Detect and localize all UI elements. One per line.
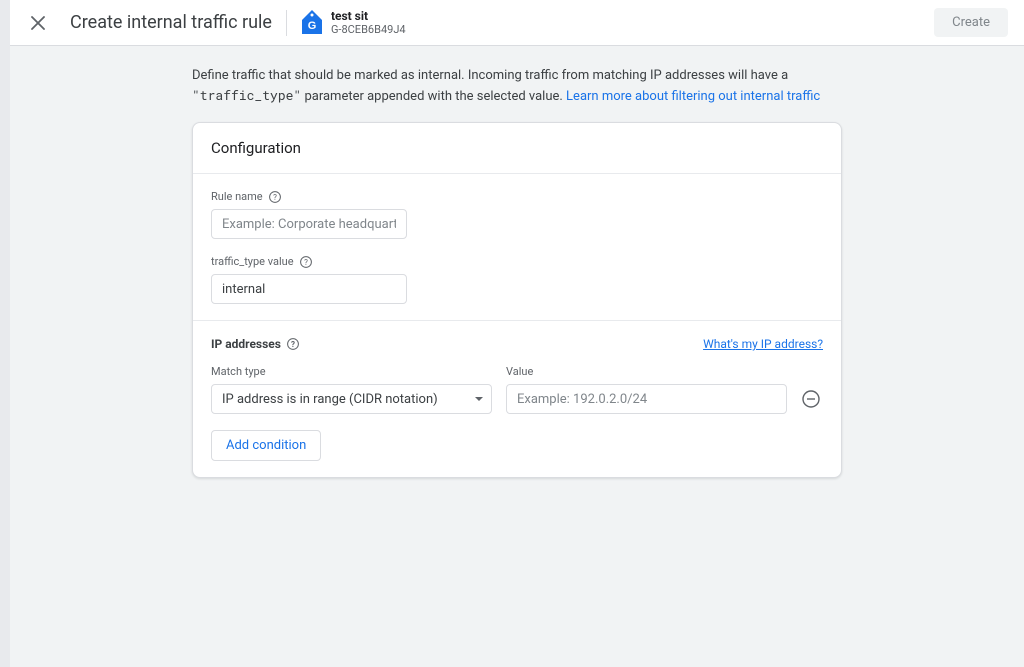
- add-condition-button[interactable]: Add condition: [211, 430, 321, 461]
- value-label: Value: [506, 365, 787, 378]
- match-type-select[interactable]: IP address is in range (CIDR notation): [211, 384, 492, 414]
- configuration-card: Configuration Rule name ? traffic_type v…: [192, 122, 842, 478]
- page: Create internal traffic rule G test sit …: [10, 0, 1024, 667]
- remove-condition-button[interactable]: [801, 389, 821, 409]
- match-type-label: Match type: [211, 365, 492, 378]
- ip-header-row: IP addresses ? What's my IP address?: [211, 337, 823, 351]
- header-bar: Create internal traffic rule G test sit …: [10, 0, 1024, 46]
- property-text: test sit G-8CEB6B49J4: [331, 9, 406, 37]
- left-strip: [0, 0, 10, 667]
- gtag-icon: G: [301, 9, 323, 35]
- traffic-type-input[interactable]: [211, 274, 407, 304]
- close-icon: [31, 16, 45, 30]
- traffic-type-label-row: traffic_type value ?: [211, 255, 823, 268]
- help-icon[interactable]: ?: [287, 338, 299, 350]
- help-icon[interactable]: ?: [300, 256, 312, 268]
- svg-text:?: ?: [304, 258, 308, 267]
- configuration-title: Configuration: [193, 123, 841, 174]
- section-divider: [193, 320, 841, 321]
- remove-circle-icon: [802, 390, 820, 408]
- learn-more-link[interactable]: Learn more about filtering out internal …: [566, 89, 820, 104]
- rule-name-field: Rule name ?: [211, 190, 823, 239]
- value-column: Value: [506, 365, 787, 414]
- rule-name-label-row: Rule name ?: [211, 190, 823, 203]
- rule-name-label: Rule name: [211, 190, 263, 203]
- ip-section-label-row: IP addresses ?: [211, 337, 299, 351]
- rule-name-input[interactable]: [211, 209, 407, 239]
- create-button[interactable]: Create: [934, 8, 1008, 37]
- traffic-type-field: traffic_type value ?: [211, 255, 823, 304]
- match-type-value: IP address is in range (CIDR notation): [222, 392, 438, 407]
- ip-value-input[interactable]: [506, 384, 787, 414]
- header-divider: [286, 10, 287, 36]
- property-id: G-8CEB6B49J4: [331, 23, 406, 36]
- description-before: Define traffic that should be marked as …: [192, 68, 788, 83]
- svg-text:?: ?: [273, 193, 277, 202]
- property-name: test sit: [331, 9, 406, 23]
- svg-text:G: G: [308, 20, 317, 32]
- description-code: "traffic_type": [192, 86, 301, 104]
- ip-condition-row: Match type IP address is in range (CIDR …: [211, 365, 823, 414]
- close-button[interactable]: [26, 11, 50, 35]
- traffic-type-label: traffic_type value: [211, 255, 294, 268]
- svg-text:?: ?: [291, 340, 295, 349]
- ip-addresses-label: IP addresses: [211, 337, 281, 351]
- help-icon[interactable]: ?: [269, 191, 281, 203]
- chevron-down-icon: [475, 397, 483, 401]
- configuration-body: Rule name ? traffic_type value ?: [193, 174, 841, 477]
- description-text: Define traffic that should be marked as …: [192, 66, 842, 106]
- property-badge: G test sit G-8CEB6B49J4: [301, 9, 406, 37]
- page-title: Create internal traffic rule: [70, 12, 272, 33]
- match-type-column: Match type IP address is in range (CIDR …: [211, 365, 492, 414]
- content-area: Define traffic that should be marked as …: [10, 46, 1024, 667]
- description-after: parameter appended with the selected val…: [301, 89, 566, 104]
- whats-my-ip-link[interactable]: What's my IP address?: [703, 337, 823, 351]
